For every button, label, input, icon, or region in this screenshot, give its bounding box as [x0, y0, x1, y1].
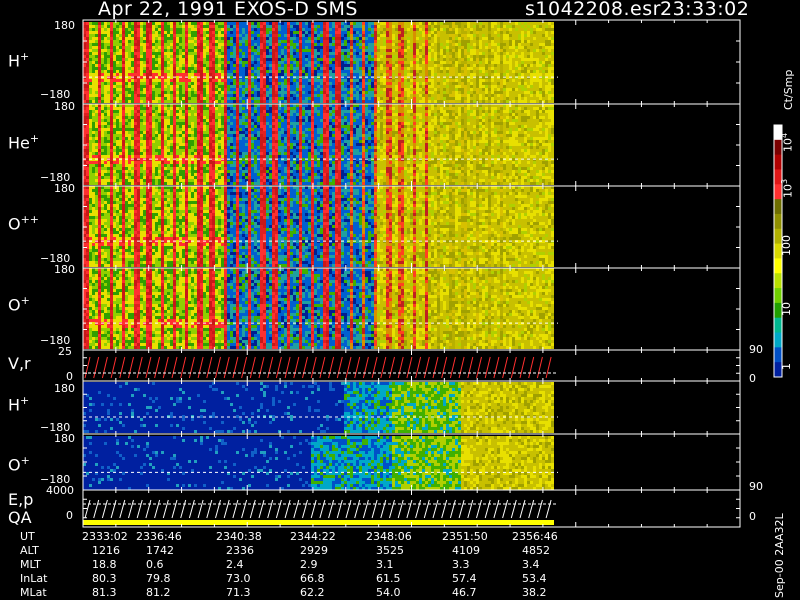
ephemeris-value: 2351:50 — [442, 530, 488, 543]
ytick-bot-8: 0 — [66, 509, 73, 522]
colorbar-segment — [774, 258, 782, 274]
ephemeris-value: 4109 — [452, 544, 480, 557]
ytick-top-3: 180 — [54, 182, 75, 195]
colorbar-tick-1e4: 104 — [780, 133, 795, 152]
ephemeris-label-ut: UT — [20, 530, 35, 543]
plot-time: 23:33:02 — [660, 0, 749, 20]
spectrogram-plot — [82, 19, 783, 528]
panel-label-ep: E,p — [8, 490, 33, 509]
ephemeris-value: 38.2 — [522, 586, 547, 599]
ephemeris-value: 54.0 — [376, 586, 401, 599]
ephemeris-label-inlat: InLat — [20, 572, 47, 585]
ephemeris-value: 0.6 — [146, 558, 164, 571]
panel-label-o-plusplus: O++ — [8, 213, 39, 233]
ytick-top-7: 180 — [54, 432, 75, 445]
qa-bar — [83, 520, 554, 525]
ytick-top-2: 180 — [54, 100, 75, 113]
colorbar-tick-100: 100 — [780, 235, 793, 256]
ephemeris-value: 71.3 — [226, 586, 251, 599]
ephemeris-value: 2336 — [226, 544, 254, 557]
ephemeris-value: 4852 — [522, 544, 550, 557]
colorbar-tick-1e3: 103 — [780, 179, 795, 198]
ephemeris-value: 73.0 — [226, 572, 251, 585]
ephemeris-value: 2929 — [300, 544, 328, 557]
ytick-top-8: 4000 — [46, 484, 74, 497]
ephemeris-value: 2344:22 — [290, 530, 336, 543]
spectrogram-panel-6 — [83, 436, 554, 490]
ephemeris-value: 2340:38 — [216, 530, 262, 543]
ephemeris-value: 57.4 — [452, 572, 477, 585]
ephemeris-value: 2333:02 — [82, 530, 128, 543]
vr-trace-red — [84, 356, 552, 379]
colorbar-segment — [774, 154, 782, 170]
ytick-top-6: 180 — [54, 382, 75, 395]
ephemeris-label-mlat: MLat — [20, 586, 47, 599]
ephemeris-value: 3.1 — [376, 558, 394, 571]
ephemeris-label-alt: ALT — [20, 544, 39, 557]
ephemeris-value: 81.2 — [146, 586, 171, 599]
ephemeris-value: 2.4 — [226, 558, 244, 571]
plot-title: Apr 22, 1991 EXOS-D SMS — [98, 0, 358, 20]
ephemeris-value: 1742 — [146, 544, 174, 557]
file-name: s1042208.esr — [525, 0, 661, 20]
ytick-top-5: 25 — [58, 345, 72, 358]
colorbar-unit: Ct/Smp — [782, 70, 795, 110]
panel-label-o-plus-2: O+ — [8, 454, 30, 474]
ytick-top-4: 180 — [54, 263, 75, 276]
panel-label-he-plus: He+ — [8, 132, 39, 152]
colorbar-tick-1: 1 — [780, 363, 793, 370]
panel-label-o-plus: O+ — [8, 294, 30, 314]
ephemeris-value: 3525 — [376, 544, 404, 557]
colorbar-segment — [774, 347, 782, 363]
side-label: Sep-00 2AA32L — [773, 513, 786, 598]
ephemeris-value: 3.3 — [452, 558, 470, 571]
ephemeris-value: 2.9 — [300, 558, 318, 571]
spectrogram-panel-1 — [83, 22, 554, 103]
rtick-o-top: 90 — [749, 480, 763, 493]
ephemeris-value: 1216 — [92, 544, 120, 557]
ephemeris-value: 46.7 — [452, 586, 477, 599]
ephemeris-value: 61.5 — [376, 572, 401, 585]
colorbar-segment — [774, 213, 782, 230]
colorbar-segment — [774, 273, 782, 289]
rtick-vr-bot: 0 — [749, 372, 756, 385]
panel-label-vr: V,r — [8, 354, 31, 373]
ephemeris-value: 80.3 — [92, 572, 117, 585]
panel-label-h-plus: H+ — [8, 50, 29, 70]
ephemeris-value: 79.8 — [146, 572, 171, 585]
ephemeris-value: 2348:06 — [366, 530, 412, 543]
rtick-vr-top: 90 — [749, 343, 763, 356]
ephemeris-value: 62.2 — [300, 586, 325, 599]
colorbar-segment — [774, 199, 782, 215]
spectrogram-panel-5 — [83, 382, 554, 433]
ephemeris-value: 3.4 — [522, 558, 540, 571]
colorbar-tick-10: 10 — [780, 302, 793, 316]
colorbar-segment — [774, 332, 782, 348]
ephemeris-label-mlt: MLT — [20, 558, 41, 571]
colorbar-segment — [774, 317, 782, 334]
rtick-ep-bot: 0 — [749, 510, 756, 523]
spectrogram-panel-2 — [83, 104, 554, 185]
ytick-top-1: 180 — [54, 19, 75, 32]
spectrogram-panel-3 — [83, 186, 554, 267]
spectrogram-panel-4 — [83, 268, 554, 349]
panel-label-qa: QA — [8, 508, 32, 527]
ephemeris-value: 53.4 — [522, 572, 547, 585]
ep-trace-white — [84, 499, 552, 519]
ephemeris-value: 2336:46 — [136, 530, 182, 543]
ephemeris-value: 81.3 — [92, 586, 117, 599]
ephemeris-value: 2356:46 — [512, 530, 558, 543]
panel-label-h-plus-2: H+ — [8, 394, 29, 414]
ephemeris-value: 66.8 — [300, 572, 325, 585]
ephemeris-value: 18.8 — [92, 558, 117, 571]
